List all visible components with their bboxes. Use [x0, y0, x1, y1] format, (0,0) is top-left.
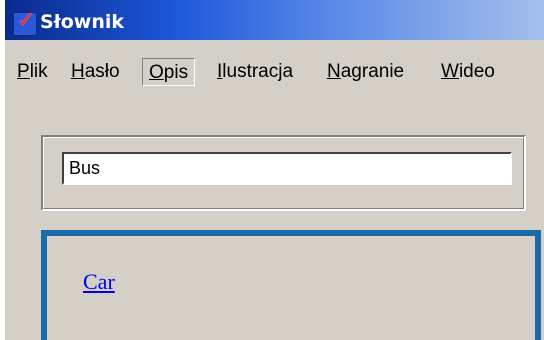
menu-bar: Plik Hasło Opis Ilustracja Nagranie Wide…	[5, 48, 544, 93]
menu-item-wideo-mnemonic: W	[441, 61, 459, 82]
search-group-box	[41, 135, 526, 211]
menu-item-wideo[interactable]: Wideo	[437, 58, 499, 86]
menu-item-plik[interactable]: Plik	[13, 58, 52, 86]
checkmark-icon: ✓	[17, 8, 36, 33]
menu-item-opis-label: pis	[163, 62, 189, 83]
menu-item-haslo-label: asło	[84, 61, 120, 82]
menu-item-nagranie[interactable]: Nagranie	[323, 58, 408, 86]
window-title: Słownik	[40, 11, 125, 33]
menu-item-haslo-mnemonic: H	[71, 61, 85, 82]
menu-item-ilustracja-label: lustracja	[222, 61, 294, 82]
menu-item-opis-mnemonic: O	[149, 62, 164, 83]
menu-item-opis[interactable]: Opis	[142, 58, 196, 86]
result-link[interactable]: Car	[83, 269, 115, 295]
menu-item-nagranie-mnemonic: N	[327, 61, 341, 82]
menu-item-plik-mnemonic: P	[17, 61, 30, 82]
app-icon[interactable]: ✓	[13, 8, 37, 36]
menu-item-haslo[interactable]: Hasło	[67, 58, 124, 86]
title-bar[interactable]: ✓ Słownik	[5, 0, 544, 40]
menu-item-ilustracja[interactable]: Ilustracja	[213, 58, 297, 86]
menu-item-nagranie-label: agranie	[340, 61, 405, 82]
menu-item-wideo-label: ideo	[458, 61, 495, 82]
search-input[interactable]	[62, 152, 512, 185]
menu-item-plik-label: lik	[29, 61, 48, 82]
result-panel: Car	[41, 230, 541, 340]
app-window: ✓ Słownik Plik Hasło Opis Ilustracja Nag…	[5, 0, 544, 340]
